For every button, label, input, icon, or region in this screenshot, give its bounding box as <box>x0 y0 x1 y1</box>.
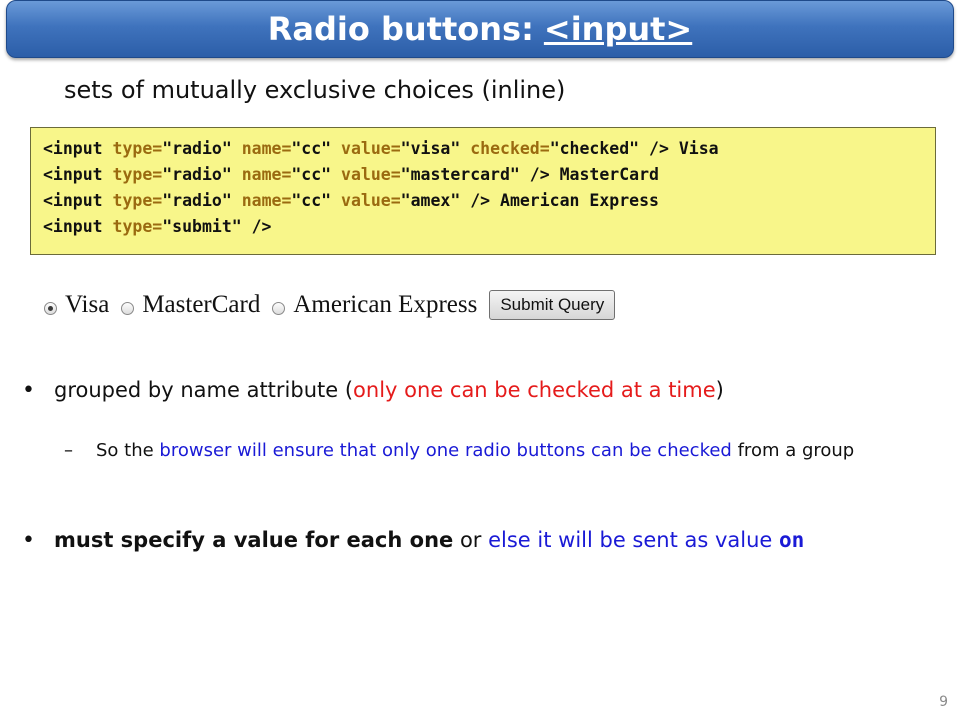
bullet-dot: • <box>22 528 35 553</box>
radio-mastercard[interactable] <box>121 301 135 315</box>
input-element-link[interactable]: <input> <box>544 10 692 48</box>
radio-visa-label: Visa <box>65 291 110 318</box>
slide-number: 9 <box>939 694 948 710</box>
radio-mastercard-label: MasterCard <box>142 291 261 318</box>
code-line-2: <input type="radio" name="cc" value="mas… <box>43 165 659 184</box>
radio-amex-label: American Express <box>293 291 478 318</box>
bullet-text: must specify a value for each one or els… <box>54 528 805 552</box>
sub-bullet-dash: – <box>64 440 73 461</box>
sub-bullet-text: So the browser will ensure that only one… <box>96 440 855 461</box>
radio-visa[interactable] <box>44 301 57 315</box>
title-banner: Radio buttons: <input> <box>6 0 954 58</box>
code-line-1: <input type="radio" name="cc" value="vis… <box>43 139 719 158</box>
code-example-box: <input type="radio" name="cc" value="vis… <box>30 127 936 255</box>
bullet-dot: • <box>22 378 35 403</box>
code-line-4: <input type="submit" /> <box>43 217 272 236</box>
subtitle: sets of mutually exclusive choices (inli… <box>64 76 566 104</box>
page-title: Radio buttons: <box>267 10 534 48</box>
bullet-text: grouped by name attribute (only one can … <box>54 378 724 402</box>
code-line-3: <input type="radio" name="cc" value="ame… <box>43 191 659 210</box>
rendered-form-demo: Visa MasterCard American Express Submit … <box>44 288 616 322</box>
radio-amex[interactable] <box>272 301 286 315</box>
submit-query-button[interactable]: Submit Query <box>489 290 616 320</box>
